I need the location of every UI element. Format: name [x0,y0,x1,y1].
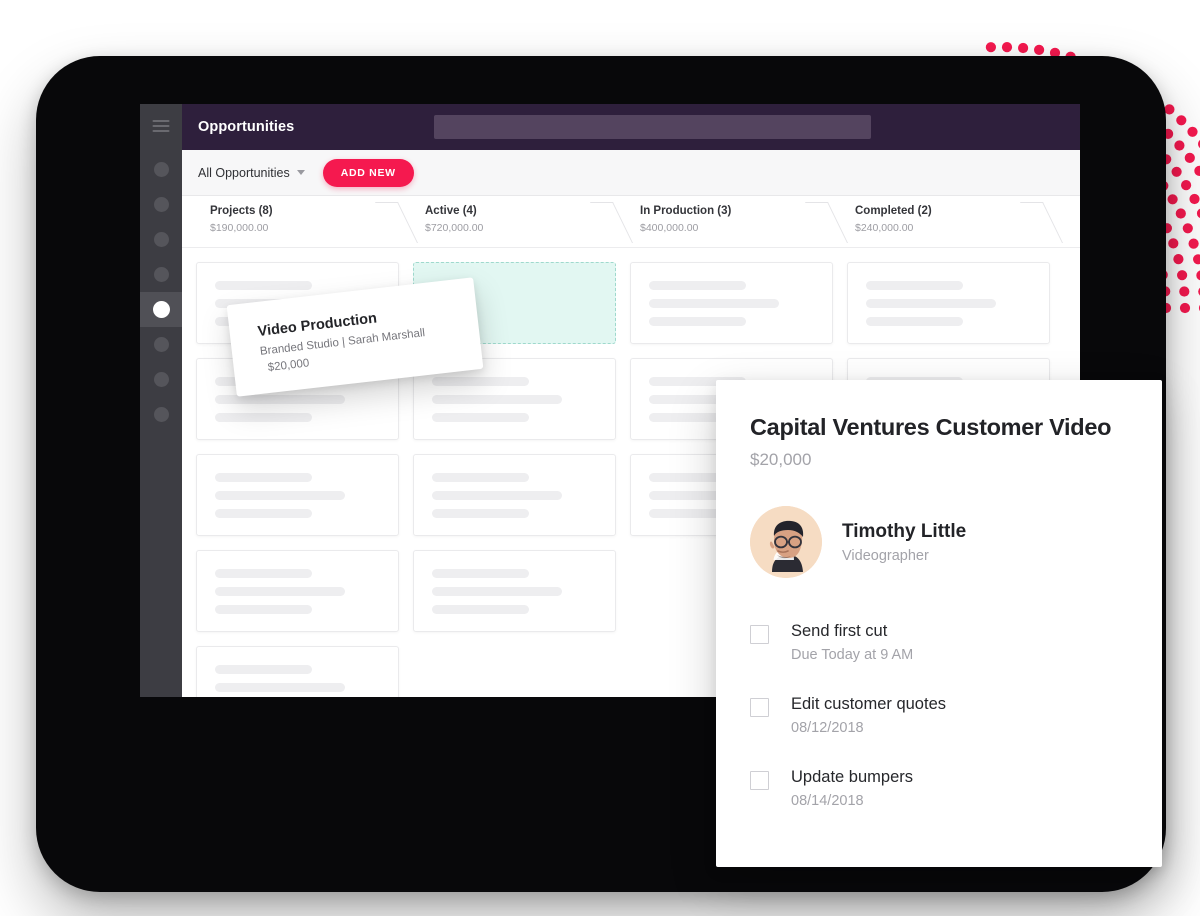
skeleton-bar [866,281,964,290]
sidebar-item-5[interactable] [140,292,182,327]
sidebar-dot-icon [153,162,169,177]
skeleton-bar [215,605,313,614]
skeleton-bar [432,395,563,404]
skeleton-bar [432,509,530,518]
detail-title: Capital Ventures Customer Video [750,414,1112,440]
skeleton-bar [432,413,530,422]
sidebar-dot-icon [153,267,169,282]
task-due-date: Due Today at 9 AM [791,647,914,664]
sidebar-item-1[interactable] [140,152,182,187]
stage-name: Completed (2) [855,205,932,217]
task-due-date: 08/14/2018 [791,793,864,810]
detail-owner: Timothy Little Videographer [750,506,1128,579]
chevron-down-icon [296,170,305,175]
sidebar-dot-icon [153,372,169,387]
stage-value: $190,000.00 [210,222,269,234]
skeleton-bar [649,299,780,308]
sidebar-dot-icon [153,407,169,422]
pipeline-stage[interactable]: In Production (3) $400,000.00 [612,196,827,247]
sidebar-item-3[interactable] [140,222,182,257]
stage-name: In Production (3) [640,205,732,217]
stage-name: Projects (8) [210,205,273,217]
filter-dropdown-label: All Opportunities [198,165,290,180]
stage-name: Active (4) [425,205,477,217]
task-text: Update bumpers 08/14/2018 [791,768,913,809]
toolbar: All Opportunities ADD NEW [182,150,1080,196]
skeleton-bar [432,473,530,482]
skeleton-bar [215,395,346,404]
pipeline-stages: Projects (8) $190,000.00 Active (4) $720,00… [182,196,1080,248]
skeleton-bar [866,299,997,308]
task-item[interactable]: Send first cut Due Today at 9 AM [750,622,1128,663]
hamburger-icon[interactable] [152,120,170,132]
pipeline-stage[interactable]: Completed (2) $240,000.00 [827,196,1042,247]
task-item[interactable]: Update bumpers 08/14/2018 [750,768,1128,809]
skeleton-bar [432,587,563,596]
skeleton-bar [432,377,530,386]
owner-name: Timothy Little [842,520,967,542]
task-checkbox[interactable] [750,771,769,791]
opportunity-card-placeholder[interactable] [196,550,399,632]
task-item[interactable]: Edit customer quotes 08/12/2018 [750,695,1128,736]
skeleton-bar [649,281,747,290]
skeleton-bar [215,665,313,674]
skeleton-bar [215,683,346,692]
skeleton-bar [866,317,964,326]
stage-value: $720,000.00 [425,222,484,234]
avatar [750,506,822,579]
filter-dropdown[interactable]: All Opportunities [198,166,305,180]
opportunity-card-placeholder[interactable] [847,262,1050,344]
task-text: Edit customer quotes 08/12/2018 [791,695,946,736]
sidebar-nav-list [140,152,182,432]
detail-amount: $20,000 [750,450,812,470]
opportunity-card-placeholder[interactable] [630,262,833,344]
skeleton-bar [432,605,530,614]
skeleton-bar [432,491,563,500]
opportunity-card-placeholder[interactable] [413,454,616,536]
task-checkbox[interactable] [750,698,769,718]
stage-value: $240,000.00 [855,222,914,234]
owner-role: Videographer [842,547,929,564]
search-input[interactable] [434,115,871,139]
opportunity-card-placeholder[interactable] [413,550,616,632]
opportunity-detail-panel: Capital Ventures Customer Video $20,000 [716,380,1162,867]
task-list: Send first cut Due Today at 9 AM Edit cust… [750,622,1128,809]
opportunity-card-placeholder[interactable] [196,646,399,697]
sidebar-item-8[interactable] [140,397,182,432]
sidebar-item-2[interactable] [140,187,182,222]
task-text: Send first cut Due Today at 9 AM [791,622,913,663]
skeleton-bar [432,569,530,578]
sidebar-dot-icon [153,232,169,247]
task-checkbox[interactable] [750,625,769,645]
skeleton-bar [215,587,346,596]
task-label: Update bumpers [791,768,913,787]
sidebar-dot-icon [153,337,169,352]
owner-text: Timothy Little Videographer [842,521,966,564]
stage-value: $400,000.00 [640,222,699,234]
opportunity-card-placeholder[interactable] [196,454,399,536]
task-label: Edit customer quotes [791,695,946,714]
screenshot-root: Opportunities All Opportunities ADD NEW … [0,0,1200,916]
skeleton-bar [215,509,313,518]
skeleton-bar [215,413,313,422]
sidebar-dot-icon [153,197,169,212]
sidebar-item-6[interactable] [140,327,182,362]
pipeline-stage[interactable]: Active (4) $720,000.00 [397,196,612,247]
add-new-button[interactable]: ADD NEW [322,158,414,187]
skeleton-bar [215,281,313,290]
pipeline-stage[interactable]: Projects (8) $190,000.00 [182,196,397,247]
skeleton-bar [649,317,747,326]
task-due-date: 08/12/2018 [791,720,864,737]
sidebar [140,104,182,697]
page-title: Opportunities [198,119,295,135]
sidebar-dot-icon [152,301,170,318]
skeleton-bar [215,473,313,482]
skeleton-bar [215,491,346,500]
board-empty-slot [413,646,616,697]
sidebar-item-7[interactable] [140,362,182,397]
task-label: Send first cut [791,622,888,641]
app-header: Opportunities [182,104,1080,150]
sidebar-item-4[interactable] [140,257,182,292]
skeleton-bar [215,569,313,578]
